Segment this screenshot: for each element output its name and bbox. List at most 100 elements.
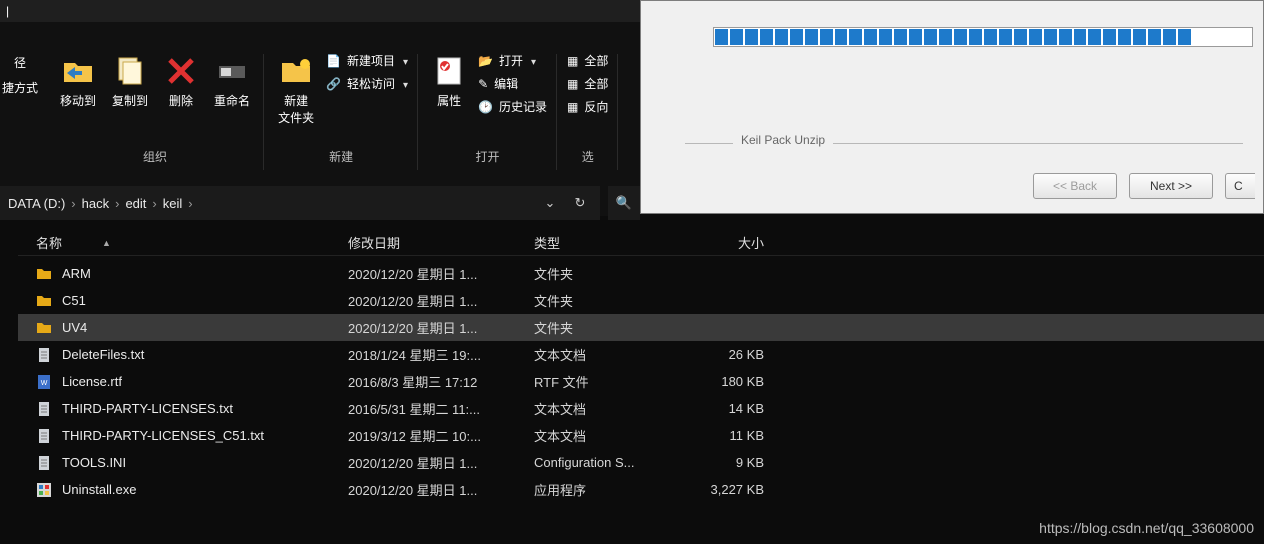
exe-icon [36, 482, 52, 498]
new-folder-button[interactable]: 新建 文件夹 [274, 50, 318, 130]
edit-icon: ✎ [478, 77, 488, 91]
delete-label: 删除 [169, 92, 193, 109]
refresh-icon[interactable]: ↻ [568, 191, 592, 215]
file-size: 9 KB [684, 455, 774, 470]
progress-segment [879, 29, 892, 45]
invert-label: 反向 [584, 98, 608, 115]
progress-segment [1044, 29, 1057, 45]
search-box[interactable]: 🔍 [608, 186, 640, 220]
properties-button[interactable]: 属性 [428, 50, 470, 113]
file-row[interactable]: TOOLS.INI2020/12/20 星期日 1...Configuratio… [18, 449, 1264, 476]
new-item-button[interactable]: 📄 新建项目 [326, 52, 408, 69]
file-name: THIRD-PARTY-LICENSES_C51.txt [62, 428, 264, 443]
window-titlebar: | [0, 0, 640, 22]
next-button[interactable]: Next >> [1129, 173, 1213, 199]
copy-to-button[interactable]: 复制到 [108, 50, 152, 113]
txt-icon [36, 428, 52, 444]
easy-access-label: 轻松访问 [347, 75, 395, 92]
file-type: 文件夹 [534, 318, 684, 337]
delete-button[interactable]: 删除 [160, 50, 202, 113]
file-name: License.rtf [62, 374, 122, 389]
file-row[interactable]: WLicense.rtf2016/8/3 星期三 17:12RTF 文件180 … [18, 368, 1264, 395]
folder-icon [36, 266, 52, 282]
file-row[interactable]: C512020/12/20 星期日 1...文件夹 [18, 287, 1264, 314]
installer-dialog: Keil Pack Unzip << Back Next >> C [640, 0, 1264, 214]
progress-segment [1088, 29, 1101, 45]
progress-segment [999, 29, 1012, 45]
breadcrumb-segment[interactable]: keil [163, 196, 183, 211]
col-name[interactable]: 名称 [36, 233, 62, 252]
file-type: 文本文档 [534, 399, 684, 418]
rename-button[interactable]: 重命名 [210, 50, 254, 113]
file-type: 文件夹 [534, 291, 684, 310]
open-label: 打开 [499, 52, 523, 69]
history-button[interactable]: 🕑 历史记录 [478, 98, 547, 115]
col-size[interactable]: 大小 [684, 233, 774, 252]
open-icon: 📂 [478, 54, 493, 68]
breadcrumb-segment[interactable]: hack [82, 196, 109, 211]
progress-segment [1163, 29, 1176, 45]
progress-segment [1148, 29, 1161, 45]
column-headers[interactable]: 名称 ▲ 修改日期 类型 大小 [18, 230, 1264, 256]
select-all-button[interactable]: ▦ 全部 [567, 52, 608, 69]
file-row[interactable]: DeleteFiles.txt2018/1/24 星期三 19:...文本文档2… [18, 341, 1264, 368]
chevron-right-icon [71, 196, 75, 211]
progress-segment [909, 29, 922, 45]
new-folder-icon [279, 54, 313, 88]
cancel-button[interactable]: C [1225, 173, 1255, 199]
back-button[interactable]: << Back [1033, 173, 1117, 199]
file-row[interactable]: THIRD-PARTY-LICENSES_C51.txt2019/3/12 星期… [18, 422, 1264, 449]
file-date: 2020/12/20 星期日 1... [348, 480, 534, 499]
new-item-icon: 📄 [326, 54, 341, 68]
col-date[interactable]: 修改日期 [348, 233, 534, 252]
grid-icon: ▦ [567, 54, 578, 68]
file-date: 2020/12/20 星期日 1... [348, 318, 534, 337]
properties-icon [432, 54, 466, 88]
breadcrumb-segment[interactable]: edit [125, 196, 146, 211]
chevron-right-icon [188, 196, 192, 211]
select-none-button[interactable]: ▦ 全部 [567, 75, 608, 92]
ribbon-left-line2: 捷方式 [2, 79, 38, 96]
progress-segment [864, 29, 877, 45]
breadcrumb-segment[interactable]: DATA (D:) [8, 196, 65, 211]
easy-access-button[interactable]: 🔗 轻松访问 [326, 75, 408, 92]
fieldset-keil-pack-unzip: Keil Pack Unzip [685, 133, 1243, 153]
edit-button[interactable]: ✎ 编辑 [478, 75, 547, 92]
file-size: 14 KB [684, 401, 774, 416]
ribbon-group-open: 属性 📂 打开 ✎ 编辑 🕑 历史记录 打开 [418, 50, 557, 180]
file-row[interactable]: Uninstall.exe2020/12/20 星期日 1...应用程序3,22… [18, 476, 1264, 503]
txt-icon [36, 347, 52, 363]
group-open-label: 打开 [476, 148, 500, 165]
progress-segment [969, 29, 982, 45]
breadcrumb-dropdown-icon[interactable]: ⌄ [538, 191, 562, 215]
open-button[interactable]: 📂 打开 [478, 52, 547, 69]
breadcrumb-bar[interactable]: DATA (D:) hack edit keil ⌄ ↻ [0, 186, 600, 220]
file-row[interactable]: ARM2020/12/20 星期日 1...文件夹 [18, 260, 1264, 287]
file-size: 3,227 KB [684, 482, 774, 497]
group-organize-label: 组织 [143, 148, 167, 165]
history-label: 历史记录 [499, 98, 547, 115]
file-date: 2020/12/20 星期日 1... [348, 291, 534, 310]
invert-selection-button[interactable]: ▦ 反向 [567, 98, 608, 115]
easy-access-icon: 🔗 [326, 77, 341, 91]
progress-segment [1238, 29, 1251, 45]
file-type: 文本文档 [534, 345, 684, 364]
file-date: 2018/1/24 星期三 19:... [348, 345, 534, 364]
file-type: RTF 文件 [534, 372, 684, 391]
progress-segment [849, 29, 862, 45]
file-name: THIRD-PARTY-LICENSES.txt [62, 401, 233, 416]
progress-segment [939, 29, 952, 45]
ribbon-left-line1: 径 [14, 54, 26, 71]
ribbon-left-fragment: 径 捷方式 [0, 50, 46, 180]
sort-indicator-icon: ▲ [102, 238, 111, 248]
progress-segment [1208, 29, 1221, 45]
file-row[interactable]: THIRD-PARTY-LICENSES.txt2016/5/31 星期二 11… [18, 395, 1264, 422]
file-date: 2020/12/20 星期日 1... [348, 264, 534, 283]
col-type[interactable]: 类型 [534, 233, 684, 252]
folder-move-icon [61, 54, 95, 88]
file-name: Uninstall.exe [62, 482, 136, 497]
file-size: 180 KB [684, 374, 774, 389]
move-to-button[interactable]: 移动到 [56, 50, 100, 113]
file-row[interactable]: UV42020/12/20 星期日 1...文件夹 [18, 314, 1264, 341]
file-name: TOOLS.INI [62, 455, 126, 470]
